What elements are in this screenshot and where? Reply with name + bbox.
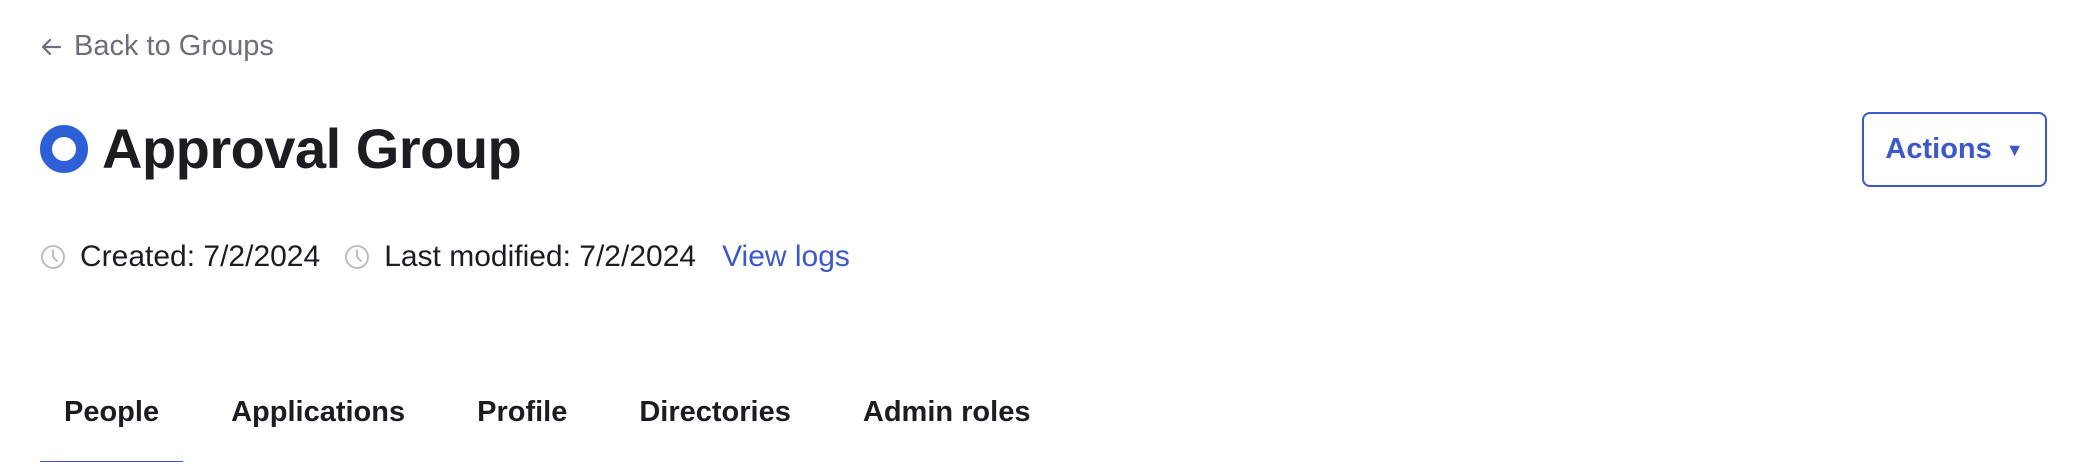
- actions-button[interactable]: Actions ▼: [1862, 112, 2047, 187]
- group-detail-page: Back to Groups Approval Group Actions ▼ …: [0, 0, 2082, 462]
- last-modified-date: Last modified: 7/2/2024: [384, 240, 697, 273]
- group-tabs: People Applications Profile Directories …: [40, 396, 1054, 462]
- clock-icon: [41, 245, 65, 269]
- group-meta: Created: 7/2/2024 Last modified: 7/2/202…: [40, 240, 850, 274]
- back-to-groups-link[interactable]: Back to Groups: [40, 30, 274, 63]
- clock-icon: [345, 245, 370, 269]
- tab-admin-roles[interactable]: Admin roles: [839, 396, 1055, 462]
- group-circle-icon: [40, 124, 88, 173]
- tab-directories[interactable]: Directories: [615, 396, 815, 462]
- modified-meta: Last modified: 7/2/2024: [344, 240, 696, 274]
- page-header: Approval Group: [40, 116, 522, 181]
- actions-button-label: Actions: [1885, 133, 1992, 165]
- page-title: Approval Group: [102, 117, 522, 180]
- tab-people[interactable]: People: [40, 396, 184, 462]
- arrow-left-icon: [41, 38, 62, 55]
- view-logs-link[interactable]: View logs: [722, 240, 850, 274]
- created-date: Created: 7/2/2024: [80, 240, 321, 273]
- created-meta: Created: 7/2/2024: [40, 240, 320, 274]
- caret-down-icon: ▼: [2005, 139, 2024, 160]
- tab-applications[interactable]: Applications: [207, 396, 429, 462]
- back-link-label: Back to Groups: [74, 30, 274, 62]
- tab-profile[interactable]: Profile: [453, 396, 591, 462]
